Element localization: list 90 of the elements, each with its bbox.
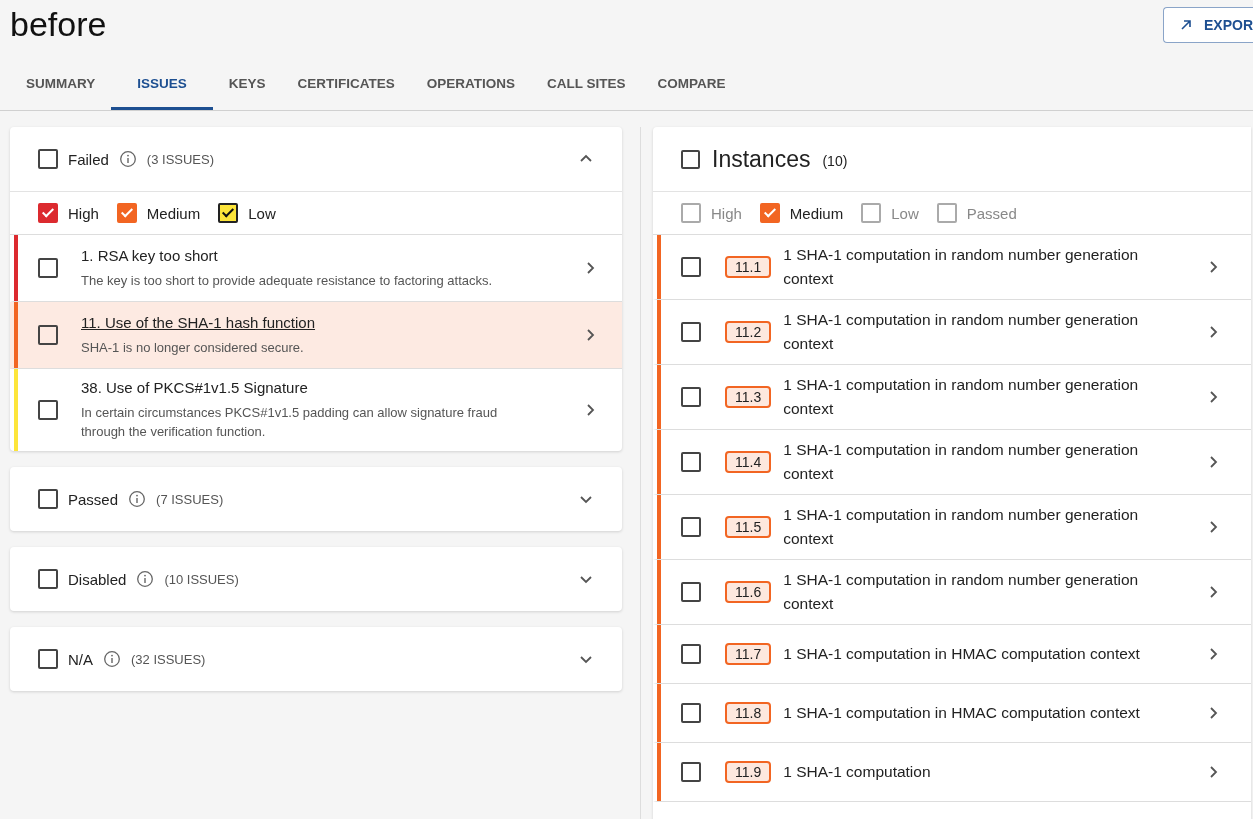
checkbox[interactable] xyxy=(681,257,701,277)
checkbox[interactable] xyxy=(681,322,701,342)
instance-row[interactable]: 11.8 1 SHA-1 computation in HMAC computation context xyxy=(653,684,1251,743)
severity-checkbox[interactable] xyxy=(759,203,780,223)
instance-text: 1 SHA-1 computation in random number generation context xyxy=(783,310,1140,354)
checkbox[interactable] xyxy=(681,703,701,723)
instance-text: 1 SHA-1 computation in HMAC computation context xyxy=(783,703,1141,723)
group-label: Disabled xyxy=(68,570,127,588)
severity-label: High xyxy=(68,204,99,222)
instance-badge: 11.8 xyxy=(725,702,772,724)
page-title: before xyxy=(9,4,107,45)
issue-count: (7 ISSUES) xyxy=(156,491,224,507)
instance-badge: 11.5 xyxy=(725,516,772,538)
severity-checkbox[interactable] xyxy=(218,203,239,223)
instance-badge: 11.1 xyxy=(725,256,772,278)
severity-label: Passed xyxy=(966,204,1017,222)
instance-text: 1 SHA-1 computation in random number generation context xyxy=(783,245,1140,289)
instance-badge: 11.4 xyxy=(725,451,772,473)
issue-title: 38. Use of PKCS#1v1.5 Signature xyxy=(81,379,309,396)
severity-checkbox[interactable] xyxy=(861,203,882,223)
tab[interactable]: KEYS xyxy=(212,60,282,110)
instance-row[interactable]: 11.1 1 SHA-1 computation in random number generation context xyxy=(653,235,1251,300)
issue-description: SHA-1 is no longer considered secure. xyxy=(81,338,305,357)
instance-text: 1 SHA-1 computation in random number generation context xyxy=(783,375,1140,419)
tab[interactable]: OPERATIONS xyxy=(410,60,532,110)
severity-label: High xyxy=(711,204,742,222)
checkbox[interactable] xyxy=(38,149,58,169)
issue-row[interactable]: 38. Use of PKCS#1v1.5 Signature In certain circumstances PKCS#1v1.5 padding can allow signature fraud through the verification function. xyxy=(10,369,622,451)
tab[interactable]: CERTIFICATES xyxy=(281,60,411,110)
checkbox[interactable] xyxy=(681,149,700,169)
instance-text: 1 SHA-1 computation in HMAC computation context xyxy=(783,644,1141,664)
checkbox[interactable] xyxy=(38,489,58,509)
checkbox[interactable] xyxy=(38,400,58,420)
group-label: N/A xyxy=(68,650,93,668)
panel-title: Instances xyxy=(712,145,811,173)
severity-checkbox[interactable] xyxy=(936,203,957,223)
checkbox[interactable] xyxy=(681,582,701,602)
issue-count: (32 ISSUES) xyxy=(131,651,206,667)
checkbox[interactable] xyxy=(681,517,701,537)
checkbox[interactable] xyxy=(38,649,58,669)
instance-row[interactable]: 11.6 1 SHA-1 computation in random number generation context xyxy=(653,560,1251,625)
export-button[interactable]: EXPOR xyxy=(1163,7,1253,43)
issue-row[interactable]: 11. Use of the SHA-1 hash function SHA-1 is no longer considered secure. xyxy=(10,302,622,369)
issue-description: The key is too short to provide adequate resistance to factoring attacks. xyxy=(81,271,494,290)
checkbox[interactable] xyxy=(681,644,701,664)
info-icon[interactable] xyxy=(128,490,147,508)
instance-row[interactable]: 11.3 1 SHA-1 computation in random number generation context xyxy=(653,365,1251,430)
instance-badge: 11.3 xyxy=(725,386,772,408)
issue-count: (3 ISSUES) xyxy=(146,151,215,167)
instance-text: 1 SHA-1 computation in random number generation context xyxy=(783,570,1140,614)
info-icon[interactable] xyxy=(103,650,121,668)
tab[interactable]: SUMMARY xyxy=(10,60,112,110)
severity-label: Medium xyxy=(146,204,201,222)
issue-description: In certain circumstances PKCS#1v1.5 padding can allow signature fraud through the verification function. xyxy=(81,404,499,441)
instance-text: 1 SHA-1 computation in random number generation context xyxy=(783,505,1140,549)
severity-checkbox[interactable] xyxy=(38,203,58,223)
info-icon[interactable] xyxy=(136,570,155,588)
instance-count: (10) xyxy=(822,152,848,169)
checkbox[interactable] xyxy=(38,258,58,278)
checkbox[interactable] xyxy=(681,762,701,782)
instance-row[interactable]: 11.7 1 SHA-1 computation in HMAC computation context xyxy=(653,625,1251,684)
tab[interactable]: COMPARE xyxy=(641,60,742,110)
instance-row[interactable]: 11.4 1 SHA-1 computation in random number generation context xyxy=(653,430,1251,495)
group-label: Passed xyxy=(68,490,119,508)
issue-count: (10 ISSUES) xyxy=(164,571,239,587)
severity-label: Medium xyxy=(789,204,844,222)
tab[interactable]: CALL SITES xyxy=(531,60,642,110)
instance-badge: 11.6 xyxy=(725,581,772,603)
group-label: Failed xyxy=(68,150,109,168)
info-icon[interactable] xyxy=(118,150,137,168)
instance-badge: 11.9 xyxy=(725,761,772,783)
instance-text: 1 SHA-1 computation in random number generation context xyxy=(783,440,1140,484)
checkbox[interactable] xyxy=(681,452,701,472)
severity-label: Low xyxy=(248,204,276,222)
issue-title: 11. Use of the SHA-1 hash function xyxy=(81,313,317,331)
instance-row[interactable]: 11.9 1 SHA-1 computation xyxy=(653,743,1251,802)
instance-row[interactable]: 11.2 1 SHA-1 computation in random number generation context xyxy=(653,300,1251,365)
severity-checkbox[interactable] xyxy=(681,203,701,223)
instance-text: 1 SHA-1 computation xyxy=(783,762,932,782)
instance-row[interactable]: 11.5 1 SHA-1 computation in random number generation context xyxy=(653,495,1251,560)
checkbox[interactable] xyxy=(681,387,701,407)
tab[interactable]: ISSUES xyxy=(111,60,213,110)
severity-label: Low xyxy=(891,204,919,222)
issue-title: 1. RSA key too short xyxy=(81,246,219,264)
checkbox[interactable] xyxy=(38,325,58,345)
checkbox[interactable] xyxy=(38,569,58,589)
instance-badge: 11.2 xyxy=(725,321,772,343)
severity-checkbox[interactable] xyxy=(116,203,137,223)
instance-badge: 11.7 xyxy=(725,643,772,665)
issue-row[interactable]: 1. RSA key too short The key is too short to provide adequate resistance to factoring attacks. xyxy=(10,235,622,302)
